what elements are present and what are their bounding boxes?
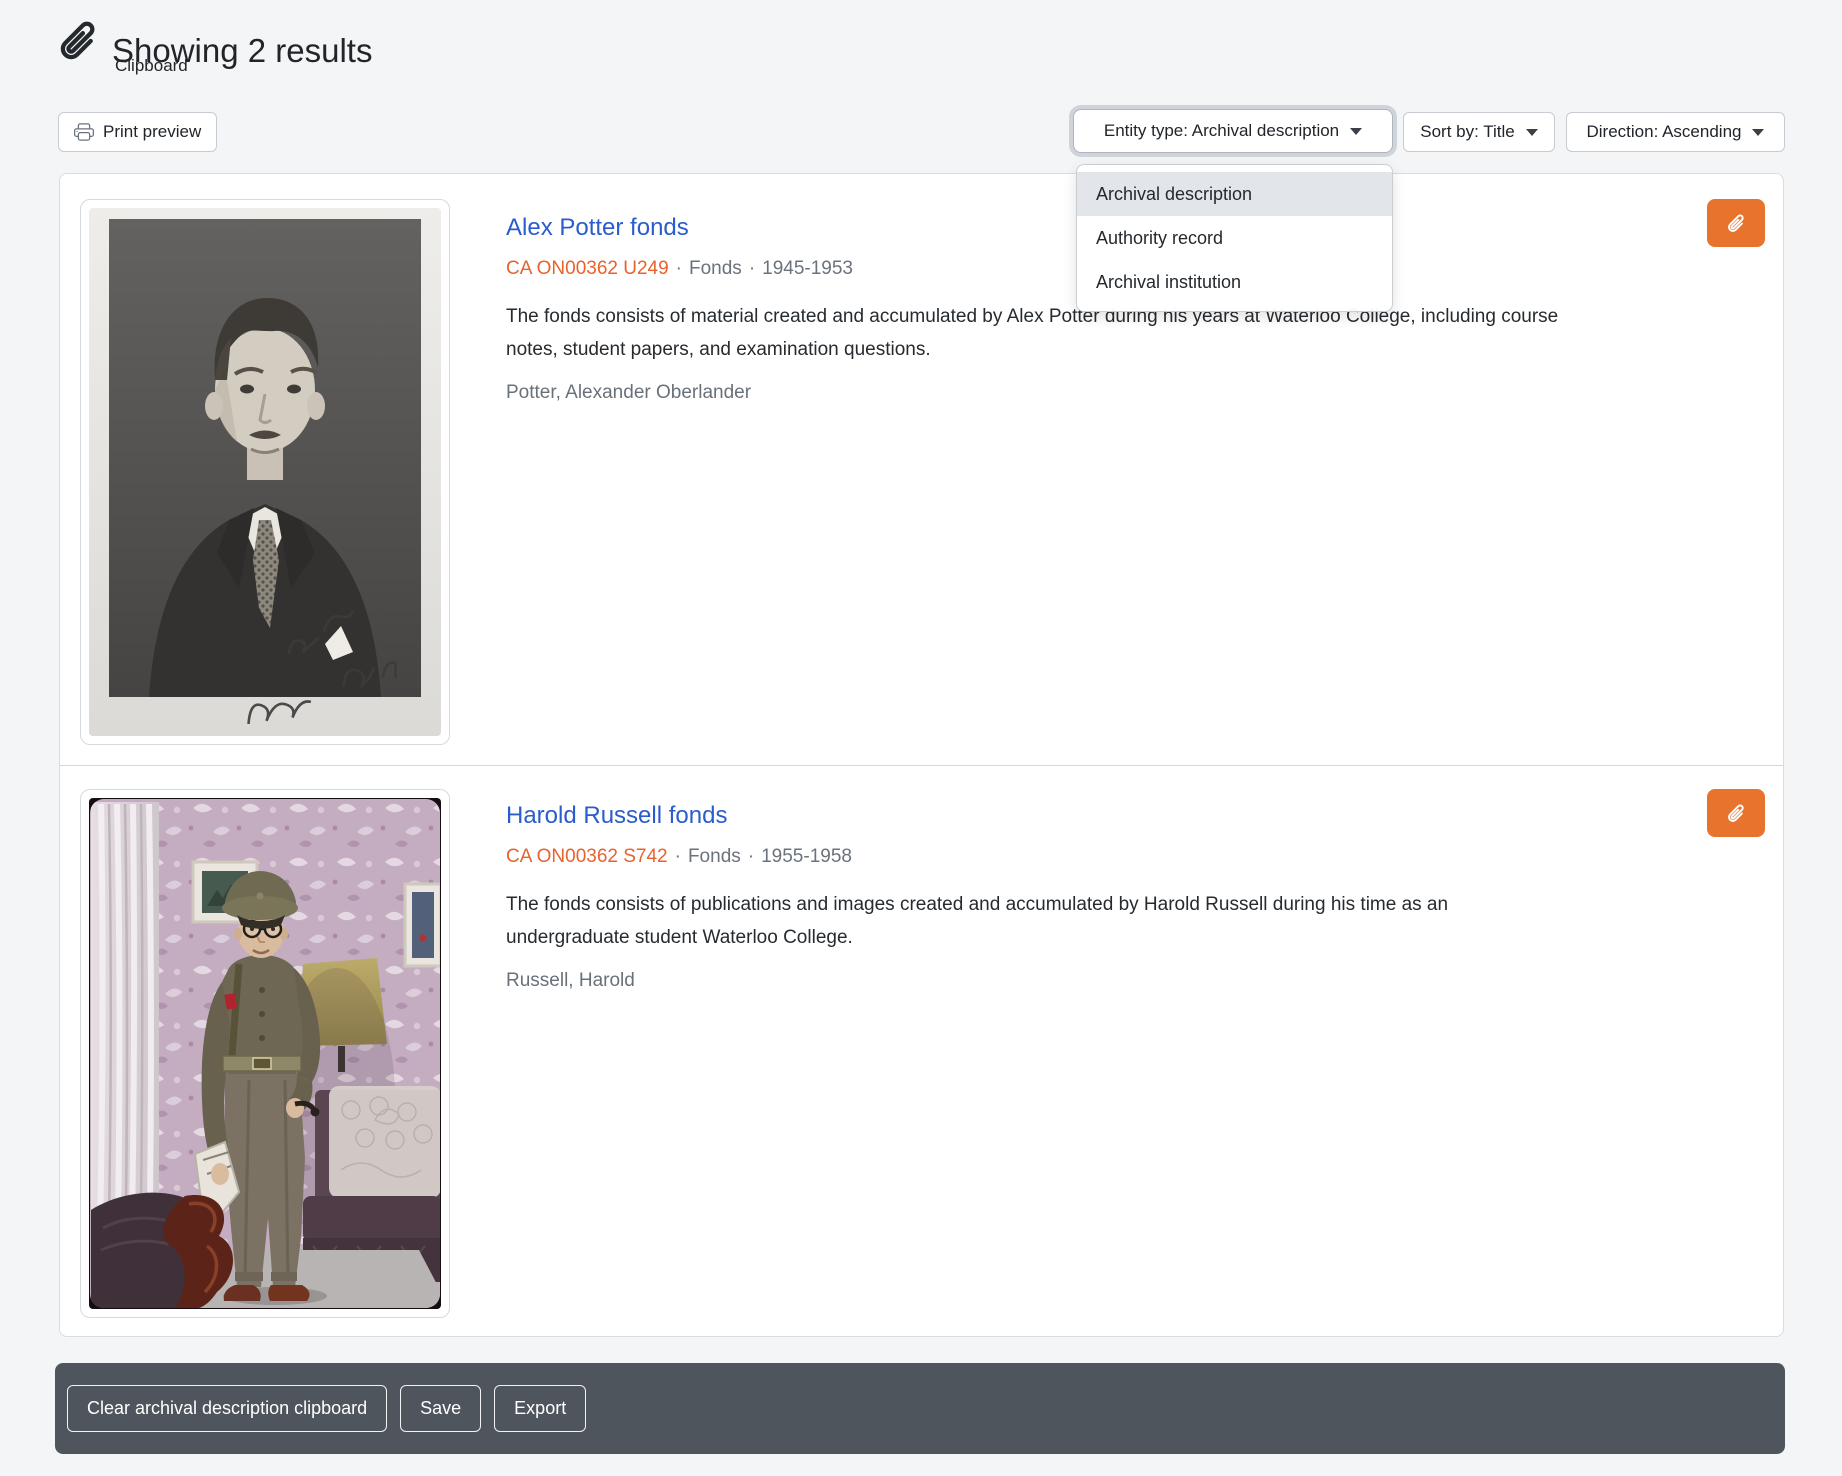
- direction-label: Direction: Ascending: [1587, 122, 1742, 142]
- direction-dropdown-button[interactable]: Direction: Ascending: [1566, 112, 1785, 152]
- sort-by-dropdown-button[interactable]: Sort by: Title: [1403, 112, 1555, 152]
- caret-down-icon: [1752, 129, 1764, 136]
- footer-action-bar: Clear archival description clipboard Sav…: [55, 1363, 1785, 1454]
- paperclip-icon: [1723, 210, 1750, 237]
- print-preview-button[interactable]: Print preview: [58, 112, 217, 152]
- reference-code: CA ON00362 U249: [506, 258, 669, 279]
- paperclip-icon: [50, 10, 108, 72]
- level-of-description: Fonds: [688, 846, 741, 867]
- result-item: Alex Potter fonds CA ON00362 U249·Fonds·…: [506, 214, 1571, 404]
- entity-type-dropdown-button[interactable]: Entity type: Archival description: [1073, 109, 1393, 153]
- paperclip-icon: [1723, 800, 1750, 827]
- result-title-link[interactable]: Alex Potter fonds: [506, 214, 1571, 242]
- result-description: The fonds consists of publications and i…: [506, 888, 1566, 954]
- save-button[interactable]: Save: [400, 1385, 481, 1432]
- clear-clipboard-button[interactable]: Clear archival description clipboard: [67, 1385, 387, 1432]
- result-creator: Potter, Alexander Oberlander: [506, 382, 1571, 404]
- meta-separator: ·: [669, 258, 689, 279]
- clipboard-toggle-button[interactable]: [1707, 199, 1765, 247]
- export-button[interactable]: Export: [494, 1385, 586, 1432]
- entity-type-label: Entity type: Archival description: [1104, 121, 1339, 141]
- meta-separator: ·: [741, 846, 761, 867]
- portrait-photo: [89, 208, 441, 736]
- meta-separator: ·: [668, 846, 688, 867]
- menu-item-authority-record[interactable]: Authority record: [1077, 216, 1392, 260]
- soldier-photo: [89, 798, 441, 1309]
- caret-down-icon: [1350, 128, 1362, 135]
- result-description: The fonds consists of material created a…: [506, 300, 1566, 366]
- entity-type-menu: Archival description Authority record Ar…: [1076, 164, 1393, 312]
- result-title-link[interactable]: Harold Russell fonds: [506, 802, 1571, 830]
- results-panel: Alex Potter fonds CA ON00362 U249·Fonds·…: [59, 173, 1784, 1337]
- level-of-description: Fonds: [689, 258, 742, 279]
- print-preview-label: Print preview: [103, 122, 201, 142]
- dates: 1955-1958: [761, 846, 852, 867]
- menu-item-archival-institution[interactable]: Archival institution: [1077, 260, 1392, 304]
- result-meta: CA ON00362 U249·Fonds·1945-1953: [506, 258, 1571, 280]
- result-thumbnail[interactable]: [80, 199, 450, 745]
- clipboard-page: Showing 2 results Clipboard Print previe…: [0, 0, 1842, 1476]
- menu-item-archival-description[interactable]: Archival description: [1077, 172, 1392, 216]
- meta-separator: ·: [742, 258, 762, 279]
- caret-down-icon: [1526, 129, 1538, 136]
- result-creator: Russell, Harold: [506, 970, 1571, 992]
- dates: 1945-1953: [762, 258, 853, 279]
- result-meta: CA ON00362 S742·Fonds·1955-1958: [506, 846, 1571, 868]
- result-item: Harold Russell fonds CA ON00362 S742·Fon…: [506, 802, 1571, 992]
- result-thumbnail[interactable]: [80, 789, 450, 1318]
- clipboard-toggle-button[interactable]: [1707, 789, 1765, 837]
- reference-code: CA ON00362 S742: [506, 846, 668, 867]
- sort-by-label: Sort by: Title: [1420, 122, 1514, 142]
- page-subtitle: Clipboard: [115, 56, 188, 76]
- printer-icon: [74, 122, 94, 142]
- results-divider: [60, 765, 1783, 766]
